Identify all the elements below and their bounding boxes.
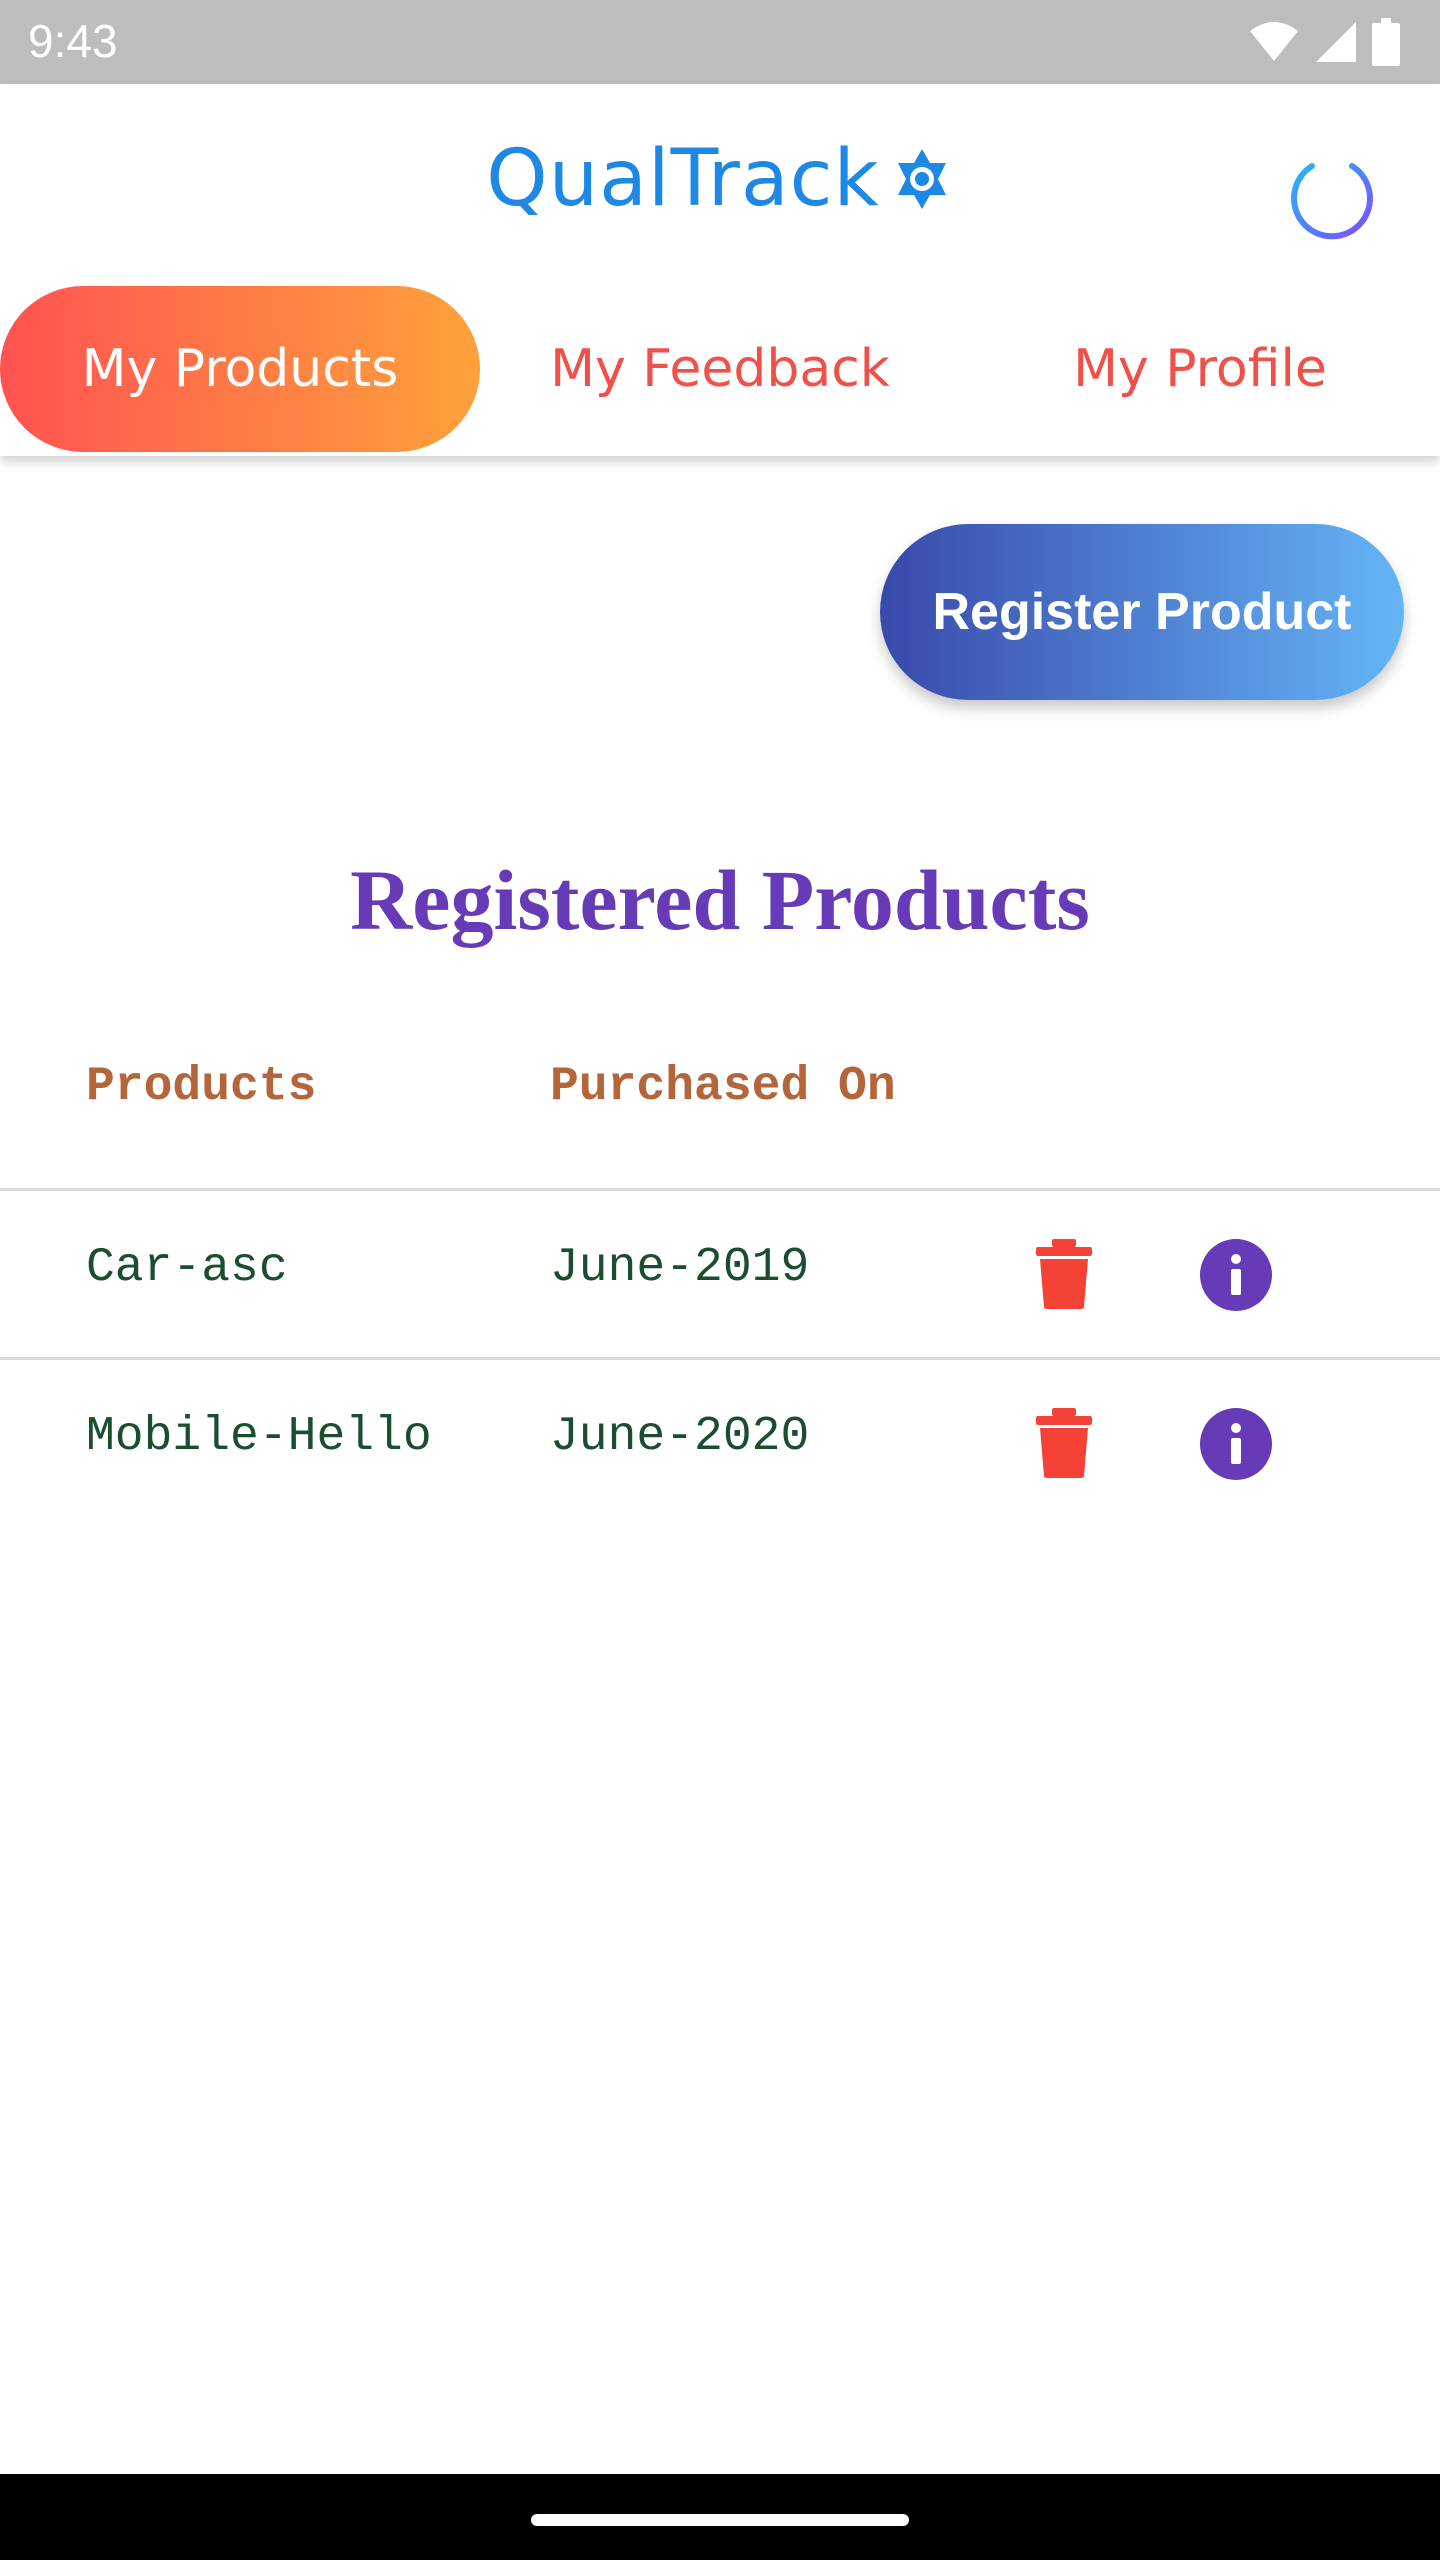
info-icon[interactable] bbox=[1200, 1408, 1272, 1480]
tab-label: My Products bbox=[81, 339, 399, 399]
trash-icon[interactable] bbox=[1034, 1408, 1094, 1478]
tab-my-products[interactable]: My Products bbox=[0, 286, 480, 452]
trash-icon[interactable] bbox=[1034, 1239, 1094, 1309]
section-title: Registered Products bbox=[350, 852, 1090, 948]
table-row: Car-asc June-2019 bbox=[0, 1191, 1440, 1360]
app-title: QualTrack bbox=[486, 134, 880, 224]
wifi-icon bbox=[1250, 22, 1298, 61]
tab-my-profile[interactable]: My Profile bbox=[960, 286, 1440, 452]
navigation-bar bbox=[0, 2474, 1440, 2560]
signal-icon bbox=[1316, 22, 1356, 62]
gear-star-icon bbox=[897, 149, 946, 209]
info-icon[interactable] bbox=[1200, 1239, 1272, 1311]
status-bar: 9:43 bbox=[0, 0, 1440, 84]
column-header-purchased-on: Purchased On bbox=[550, 1060, 896, 1114]
status-icons bbox=[1248, 18, 1400, 66]
status-time: 9:43 bbox=[28, 15, 118, 67]
column-header-products: Products bbox=[86, 1060, 317, 1114]
brand: QualTrack bbox=[0, 134, 1440, 224]
home-handle[interactable] bbox=[531, 2514, 909, 2526]
table-header: Products Purchased On bbox=[0, 1030, 1440, 1191]
tab-label: My Profile bbox=[1073, 339, 1327, 399]
table-row: Mobile-Hello June-2020 bbox=[0, 1360, 1440, 1526]
purchase-date: June-2019 bbox=[550, 1241, 810, 1295]
products-table: Products Purchased On Car-asc June-2019 … bbox=[0, 1030, 1440, 1526]
product-name: Mobile-Hello bbox=[86, 1410, 432, 1464]
tab-label: My Feedback bbox=[550, 339, 890, 399]
battery-icon bbox=[1372, 18, 1400, 66]
register-product-button[interactable]: Register Product bbox=[880, 524, 1404, 700]
purchase-date: June-2020 bbox=[550, 1410, 810, 1464]
tab-my-feedback[interactable]: My Feedback bbox=[480, 286, 960, 452]
app-header: QualTrack My Products My Feedback My Pro… bbox=[0, 84, 1440, 456]
tab-bar: My Products My Feedback My Profile bbox=[0, 286, 1440, 452]
product-name: Car-asc bbox=[86, 1241, 288, 1295]
power-icon[interactable] bbox=[1284, 136, 1380, 246]
